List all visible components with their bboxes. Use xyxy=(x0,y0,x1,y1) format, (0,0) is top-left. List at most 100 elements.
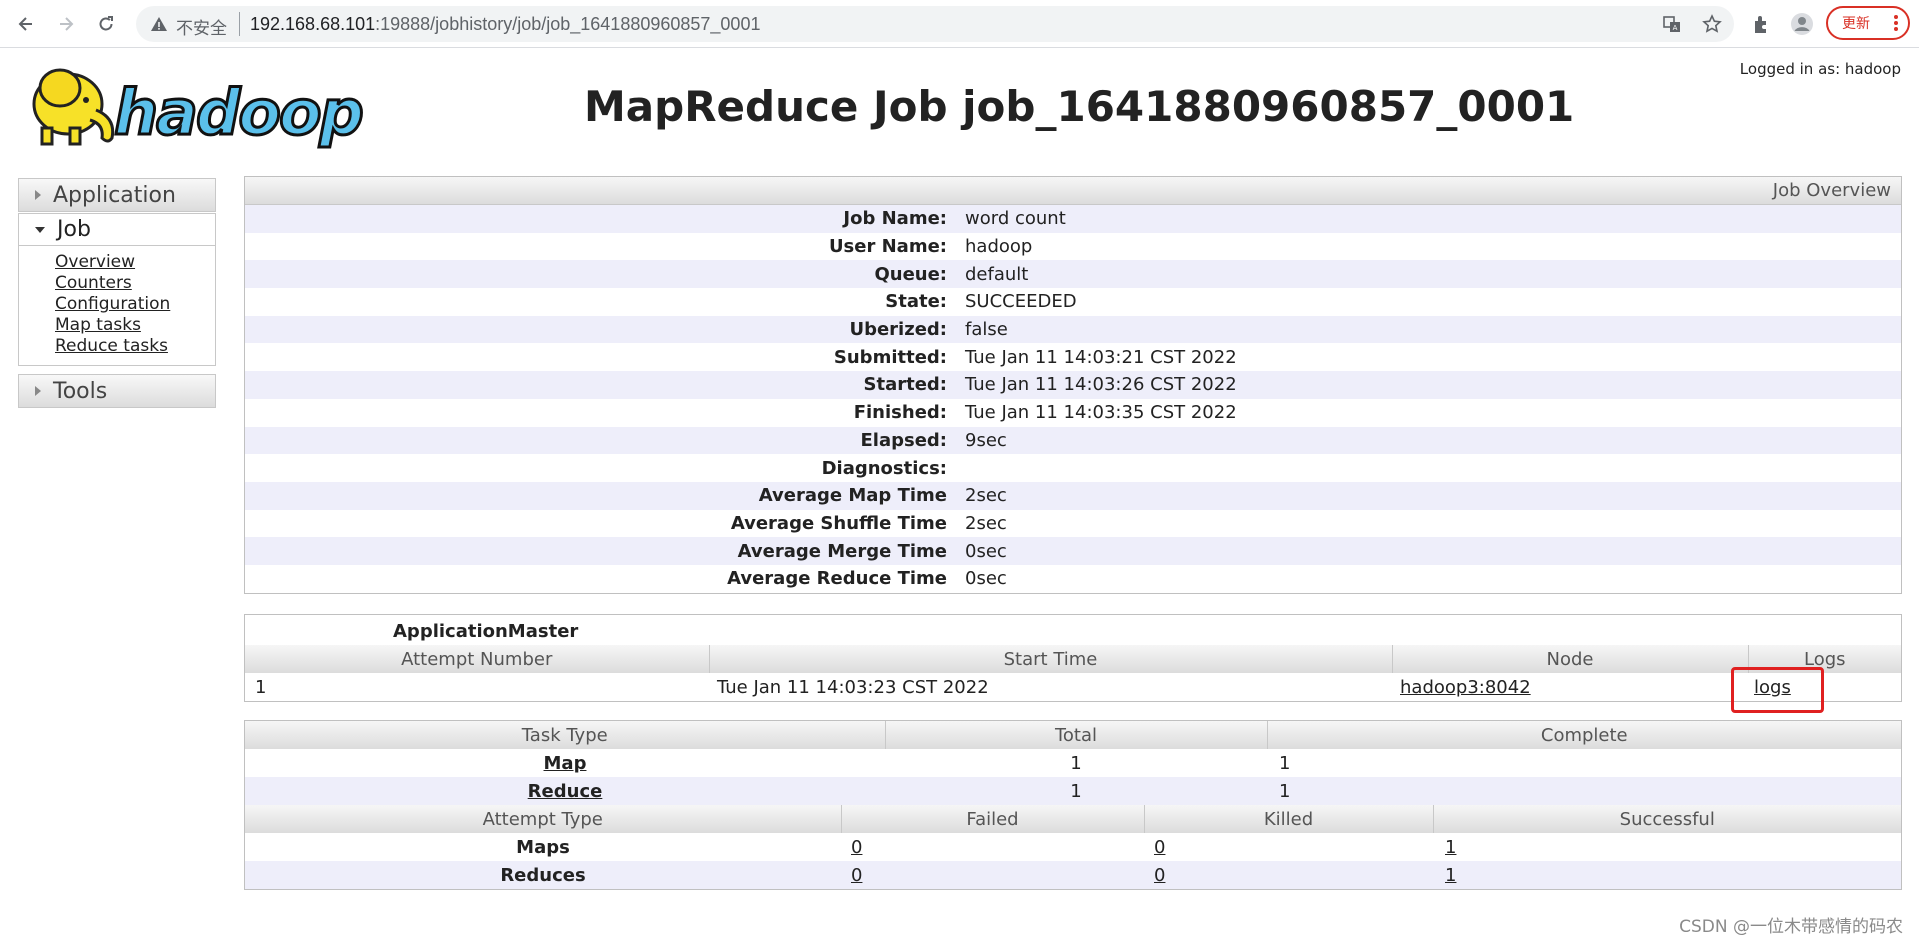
overview-row: Average Shuffle Time 2sec xyxy=(245,510,1901,538)
sidebar-tools[interactable]: Tools xyxy=(18,374,216,408)
column-header-attempt-number[interactable]: Attempt Number xyxy=(245,645,709,673)
collapsed-triangle-icon xyxy=(35,386,41,396)
sidebar-link-map-tasks[interactable]: Map tasks xyxy=(55,315,215,336)
killed-count-link[interactable]: 0 xyxy=(1154,865,1165,886)
forward-arrow-icon xyxy=(60,17,74,31)
column-header-complete[interactable]: Complete xyxy=(1266,721,1901,749)
application-master-panel: ApplicationMaster Attempt Number Start T… xyxy=(244,614,1902,702)
column-header-task-type[interactable]: Task Type xyxy=(245,721,885,749)
bookmark-star-icon[interactable] xyxy=(1702,14,1722,34)
browser-toolbar: 不安全 192.168.68.101:19888/jobhistory/job/… xyxy=(0,0,1919,48)
successful-count-link[interactable]: 1 xyxy=(1445,837,1456,858)
overview-row: Average Map Time 2sec xyxy=(245,481,1901,510)
application-master-table: Attempt Number Start Time Node Logs 1 Tu… xyxy=(245,645,1901,701)
overview-label: Queue: xyxy=(874,263,947,285)
overview-row: State: SUCCEEDED xyxy=(245,288,1901,316)
overview-value: Tue Jan 11 14:03:26 CST 2022 xyxy=(965,374,1237,396)
overview-label: Submitted: xyxy=(833,346,947,368)
successful-count-link[interactable]: 1 xyxy=(1445,865,1456,886)
task-complete-cell: 1 xyxy=(1279,752,1291,774)
overview-row: User Name: hadoop xyxy=(245,233,1901,261)
sidebar-link-counters[interactable]: Counters xyxy=(55,273,215,294)
table-row: Maps 0 0 1 xyxy=(245,833,1901,861)
attempt-type-cell: Reduces xyxy=(245,861,841,889)
task-total-cell: 1 xyxy=(885,777,1267,805)
sidebar-link-reduce-tasks[interactable]: Reduce tasks xyxy=(55,336,215,357)
task-total-cell: 1 xyxy=(1070,752,1082,774)
profile-avatar-icon[interactable] xyxy=(1790,12,1814,36)
overview-label: Elapsed: xyxy=(860,429,947,451)
overview-label: User Name: xyxy=(828,236,947,258)
menu-dots-icon xyxy=(1894,15,1898,31)
url-text: 192.168.68.101:19888/jobhistory/job/job_… xyxy=(250,14,760,35)
overview-row: Started: Tue Jan 11 14:03:26 CST 2022 xyxy=(245,371,1901,399)
overview-row: Finished: Tue Jan 11 14:03:35 CST 2022 xyxy=(245,399,1901,427)
overview-value: 0sec xyxy=(965,540,1007,562)
reload-button[interactable] xyxy=(92,10,120,38)
job-overview-heading: Job Overview xyxy=(245,177,1901,205)
overview-label: Uberized: xyxy=(849,319,947,341)
warning-icon xyxy=(151,17,167,31)
translate-icon[interactable]: A xyxy=(1662,14,1682,34)
sidebar-tools-label: Tools xyxy=(53,378,108,404)
sidebar-link-overview[interactable]: Overview xyxy=(55,252,215,273)
overview-row: Queue: default xyxy=(245,260,1901,289)
overview-row: Submitted: Tue Jan 11 14:03:21 CST 2022 xyxy=(245,343,1901,371)
attempt-type-cell: Maps xyxy=(516,836,570,858)
overview-value: 9sec xyxy=(965,429,1007,451)
column-header-failed[interactable]: Failed xyxy=(840,805,1144,833)
update-button[interactable]: 更新 xyxy=(1826,6,1910,40)
overview-value: default xyxy=(965,263,1029,285)
url-host: 192.168.68.101 xyxy=(250,14,376,34)
task-summary-panel: Task Type Total Complete Map 1 1 Reduce … xyxy=(244,720,1902,890)
killed-count-link[interactable]: 0 xyxy=(1154,837,1165,858)
overview-value: 2sec xyxy=(965,512,1007,534)
expanded-triangle-icon xyxy=(35,226,45,233)
forward-button[interactable] xyxy=(52,10,80,38)
task-type-table: Task Type Total Complete Map 1 1 Reduce … xyxy=(245,721,1901,805)
column-header-node[interactable]: Node xyxy=(1391,645,1748,673)
url-path: :19888/jobhistory/job/job_1641880960857_… xyxy=(375,14,761,34)
overview-label: Started: xyxy=(863,374,948,396)
overview-value: SUCCEEDED xyxy=(965,291,1077,313)
table-row: Map 1 1 xyxy=(245,749,1901,777)
column-header-killed[interactable]: Killed xyxy=(1143,805,1433,833)
node-link[interactable]: hadoop3:8042 xyxy=(1400,677,1531,698)
sidebar-link-configuration[interactable]: Configuration xyxy=(55,294,215,315)
overview-value: false xyxy=(965,319,1008,341)
back-button[interactable] xyxy=(12,10,40,38)
overview-label: Average Shuffle Time xyxy=(730,512,947,534)
overview-row: Job Name: word count xyxy=(245,205,1901,233)
update-label: 更新 xyxy=(1842,16,1870,32)
sidebar-application-header[interactable]: Application xyxy=(19,179,215,211)
overview-value: word count xyxy=(965,208,1066,230)
failed-count-link[interactable]: 0 xyxy=(851,865,862,886)
sidebar-job-header[interactable]: Job xyxy=(19,214,215,246)
sidebar-application[interactable]: Application xyxy=(18,178,216,212)
overview-value: 0sec xyxy=(965,568,1007,590)
sidebar-tools-header[interactable]: Tools xyxy=(19,375,215,407)
job-overview-rows: Job Name: word count User Name: hadoop Que… xyxy=(245,205,1901,593)
page-title: MapReduce Job job_1641880960857_0001 xyxy=(584,82,1575,131)
failed-count-link[interactable]: 0 xyxy=(851,837,862,858)
overview-label: Diagnostics: xyxy=(821,457,947,479)
overview-row: Uberized: false xyxy=(245,315,1901,344)
overview-label: State: xyxy=(885,291,947,313)
hadoop-logo: hadoop xyxy=(32,68,365,151)
column-header-total[interactable]: Total xyxy=(884,721,1267,749)
extensions-icon[interactable] xyxy=(1750,12,1774,36)
column-header-attempt-type[interactable]: Attempt Type xyxy=(245,805,841,833)
url-separator xyxy=(239,12,240,36)
sidebar-job-label: Job xyxy=(57,217,91,242)
column-header-successful[interactable]: Successful xyxy=(1432,805,1901,833)
column-header-start-time[interactable]: Start Time xyxy=(708,645,1392,673)
task-type-map-link[interactable]: Map xyxy=(544,753,587,774)
task-type-reduce-link[interactable]: Reduce xyxy=(528,781,603,802)
svg-text:A: A xyxy=(1673,24,1678,32)
address-bar[interactable]: 不安全 192.168.68.101:19888/jobhistory/job/… xyxy=(136,6,1734,42)
start-time-cell: Tue Jan 11 14:03:23 CST 2022 xyxy=(717,676,989,698)
application-master-caption: ApplicationMaster xyxy=(393,621,579,642)
back-arrow-icon xyxy=(18,17,32,31)
overview-label: Average Merge Time xyxy=(737,540,947,562)
overview-label: Average Map Time xyxy=(758,485,947,507)
